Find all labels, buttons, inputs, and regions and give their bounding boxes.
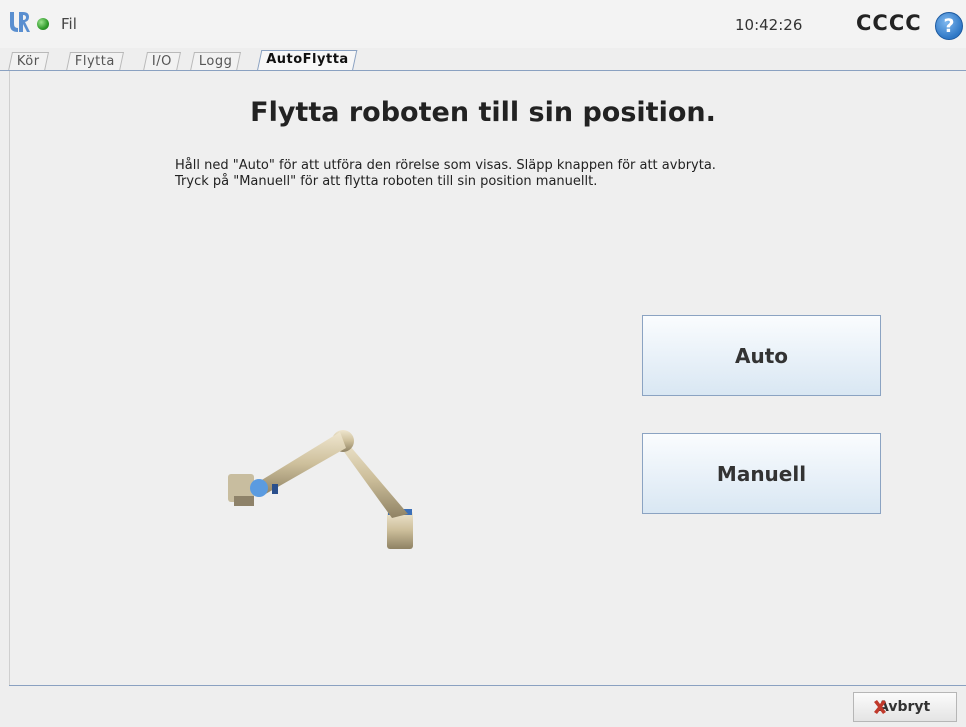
ur-logo-icon[interactable] [8,10,30,34]
tab-flytta[interactable]: Flytta [65,52,124,71]
tab-logg[interactable]: Logg [189,52,242,71]
status-dot-icon [37,18,49,30]
robot-arm-image [228,430,413,549]
cancel-button[interactable]: Avbryt [853,692,957,722]
page-title: Flytta roboten till sin position. [250,97,716,128]
file-menu[interactable]: Fil [61,15,77,33]
manual-button[interactable]: Manuell [642,433,881,514]
tab-autoflytta[interactable]: AutoFlytta [256,50,358,72]
tab-io[interactable]: I/O [142,52,181,71]
tab-kor[interactable]: Kör [7,52,49,71]
close-x-icon [874,700,886,714]
help-icon[interactable]: ? [935,12,963,40]
instruction-line-1: Håll ned "Auto" för att utföra den rörel… [175,158,716,173]
instruction-line-2: Tryck på "Manuell" för att flytta robote… [175,174,598,189]
auto-button[interactable]: Auto [642,315,881,396]
clock: 10:42:26 [735,16,803,34]
top-bar: Fil 10:42:26 CCCC ? [0,0,966,48]
footer-divider [9,685,966,686]
robot-name: CCCC [856,11,922,35]
